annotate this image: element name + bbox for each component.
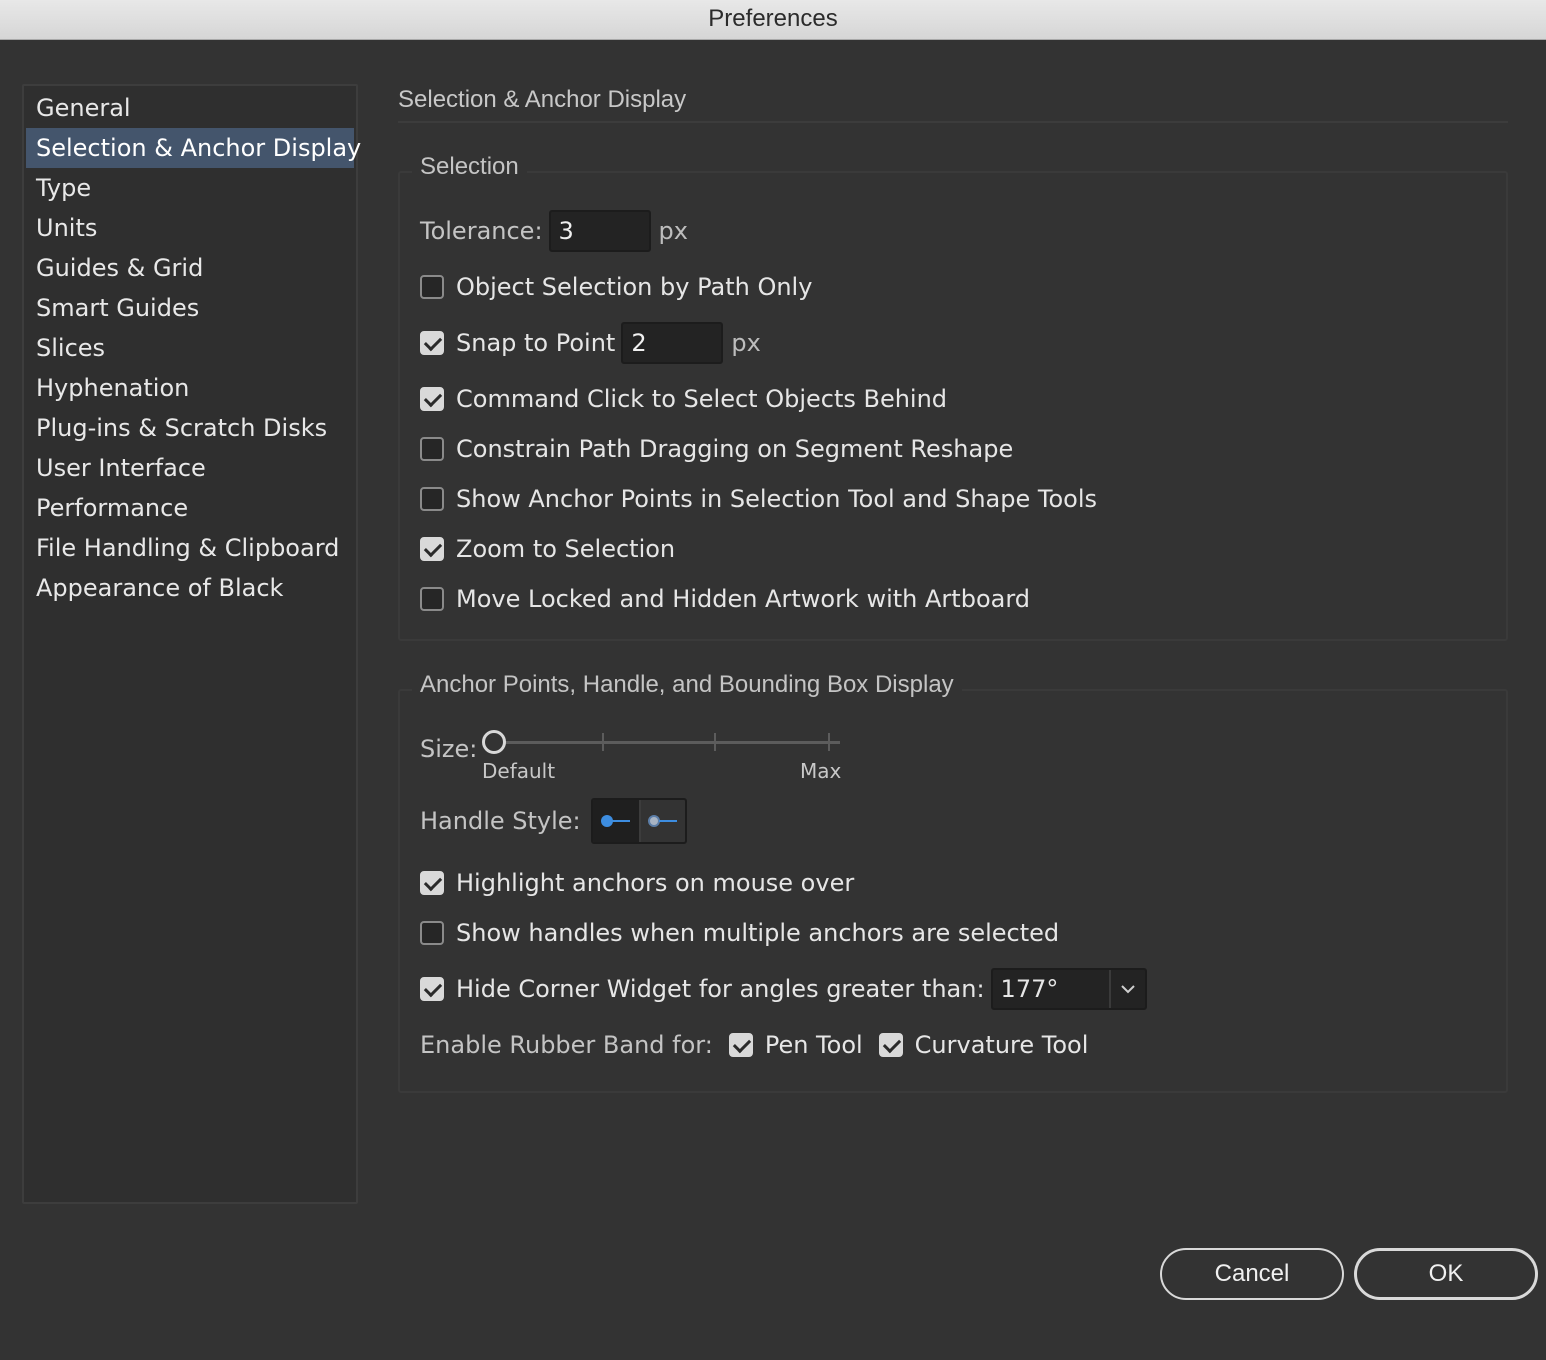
highlight-anchors-label: Highlight anchors on mouse over: [456, 869, 855, 897]
move-locked-label: Move Locked and Hidden Artwork with Artb…: [456, 585, 1031, 613]
command-click-row: Command Click to Select Objects Behind: [420, 379, 947, 419]
hide-corner-widget-checkbox[interactable]: [420, 977, 444, 1001]
window-title: Preferences: [0, 0, 1546, 40]
sidebar-item-guides-grid[interactable]: Guides & Grid: [26, 248, 354, 288]
show-anchor-points-row: Show Anchor Points in Selection Tool and…: [420, 479, 1097, 519]
tolerance-unit: px: [658, 217, 688, 245]
sidebar-item-units[interactable]: Units: [26, 208, 354, 248]
constrain-path-row: Constrain Path Dragging on Segment Resha…: [420, 429, 1013, 469]
chevron-down-icon[interactable]: [1108, 970, 1145, 1008]
size-slider-thumb[interactable]: [482, 730, 506, 754]
tolerance-row: Tolerance: 3 px: [420, 210, 688, 252]
title-divider: [398, 121, 1508, 123]
size-slider-tick: [602, 733, 604, 751]
hide-corner-widget-row: Hide Corner Widget for angles greater th…: [420, 967, 1147, 1011]
anchor-display-group-label: Anchor Points, Handle, and Bounding Box …: [412, 671, 962, 699]
show-handles-label: Show handles when multiple anchors are s…: [456, 919, 1060, 947]
rubber-band-row: Enable Rubber Band for: Pen Tool Curvatu…: [420, 1025, 1088, 1065]
anchor-display-group: Anchor Points, Handle, and Bounding Box …: [398, 671, 1508, 1093]
page-title: Selection & Anchor Display: [398, 86, 687, 113]
command-click-checkbox[interactable]: [420, 387, 444, 411]
command-click-label: Command Click to Select Objects Behind: [456, 385, 948, 413]
size-label: Size:: [420, 735, 478, 763]
curvature-tool-checkbox[interactable]: [878, 1033, 903, 1057]
highlight-anchors-row: Highlight anchors on mouse over: [420, 863, 854, 903]
zoom-to-selection-checkbox[interactable]: [420, 537, 444, 561]
show-anchor-points-label: Show Anchor Points in Selection Tool and…: [456, 485, 1097, 513]
curvature-tool-label: Curvature Tool: [914, 1031, 1089, 1059]
show-handles-checkbox[interactable]: [420, 921, 444, 945]
snap-to-point-unit: px: [731, 329, 761, 357]
hide-corner-widget-label: Hide Corner Widget for angles greater th…: [456, 975, 985, 1003]
corner-angle-dropdown[interactable]: 177°: [990, 968, 1147, 1010]
handle-style-toggle: [590, 798, 687, 844]
show-handles-row: Show handles when multiple anchors are s…: [420, 913, 1059, 953]
corner-angle-value[interactable]: 177°: [993, 970, 1109, 1008]
size-slider-tick: [714, 733, 716, 751]
sidebar-item-type[interactable]: Type: [26, 168, 354, 208]
sidebar-item-performance[interactable]: Performance: [26, 488, 354, 528]
sidebar-item-smart-guides[interactable]: Smart Guides: [26, 288, 354, 328]
sidebar-item-file-handling-clipboard[interactable]: File Handling & Clipboard: [26, 528, 354, 568]
pen-tool-checkbox[interactable]: [728, 1033, 753, 1057]
sidebar-item-plugins-scratch-disks[interactable]: Plug-ins & Scratch Disks: [26, 408, 354, 448]
sidebar-item-selection-anchor-display[interactable]: Selection & Anchor Display: [26, 128, 361, 168]
handle-style-hollow-button[interactable]: [638, 800, 685, 842]
sidebar-item-slices[interactable]: Slices: [26, 328, 354, 368]
size-max-label: Max: [800, 759, 842, 783]
selection-group: Selection Tolerance: 3 px Object Selecti…: [398, 153, 1508, 641]
snap-to-point-input[interactable]: 2: [621, 322, 724, 364]
sidebar-item-general[interactable]: General: [26, 88, 354, 128]
handle-solid-icon: [600, 815, 630, 827]
sidebar-item-user-interface[interactable]: User Interface: [26, 448, 354, 488]
show-anchor-points-checkbox[interactable]: [420, 487, 444, 511]
size-slider-tick: [828, 733, 830, 751]
zoom-to-selection-label: Zoom to Selection: [456, 535, 676, 563]
size-row: Size:: [420, 729, 477, 769]
size-slider[interactable]: Default Max: [482, 727, 842, 787]
handle-style-solid-button[interactable]: [592, 800, 639, 842]
pen-tool-label: Pen Tool: [764, 1031, 863, 1059]
size-slider-track: [492, 741, 840, 744]
snap-to-point-label: Snap to Point: [456, 329, 616, 357]
rubber-band-label: Enable Rubber Band for:: [420, 1031, 713, 1059]
handle-style-label: Handle Style:: [420, 807, 581, 835]
selection-group-label: Selection: [412, 153, 527, 181]
move-locked-row: Move Locked and Hidden Artwork with Artb…: [420, 579, 1030, 619]
zoom-to-selection-row: Zoom to Selection: [420, 529, 675, 569]
object-selection-label: Object Selection by Path Only: [456, 273, 813, 301]
sidebar-item-hyphenation[interactable]: Hyphenation: [26, 368, 354, 408]
highlight-anchors-checkbox[interactable]: [420, 871, 444, 895]
object-selection-checkbox[interactable]: [420, 275, 444, 299]
object-selection-row: Object Selection by Path Only: [420, 267, 812, 307]
sidebar: General Selection & Anchor Display Type …: [22, 84, 361, 1204]
handle-style-row: Handle Style:: [420, 797, 687, 845]
cancel-button[interactable]: Cancel: [1160, 1248, 1344, 1300]
constrain-path-checkbox[interactable]: [420, 437, 444, 461]
handle-hollow-icon: [647, 815, 677, 827]
sidebar-item-appearance-of-black[interactable]: Appearance of Black: [26, 568, 354, 608]
move-locked-checkbox[interactable]: [420, 587, 444, 611]
ok-button[interactable]: OK: [1354, 1248, 1538, 1300]
tolerance-input[interactable]: 3: [548, 210, 651, 252]
size-min-label: Default: [482, 759, 556, 783]
snap-to-point-row: Snap to Point 2 px: [420, 322, 761, 364]
tolerance-label: Tolerance:: [420, 217, 543, 245]
snap-to-point-checkbox[interactable]: [420, 331, 444, 355]
constrain-path-label: Constrain Path Dragging on Segment Resha…: [456, 435, 1014, 463]
